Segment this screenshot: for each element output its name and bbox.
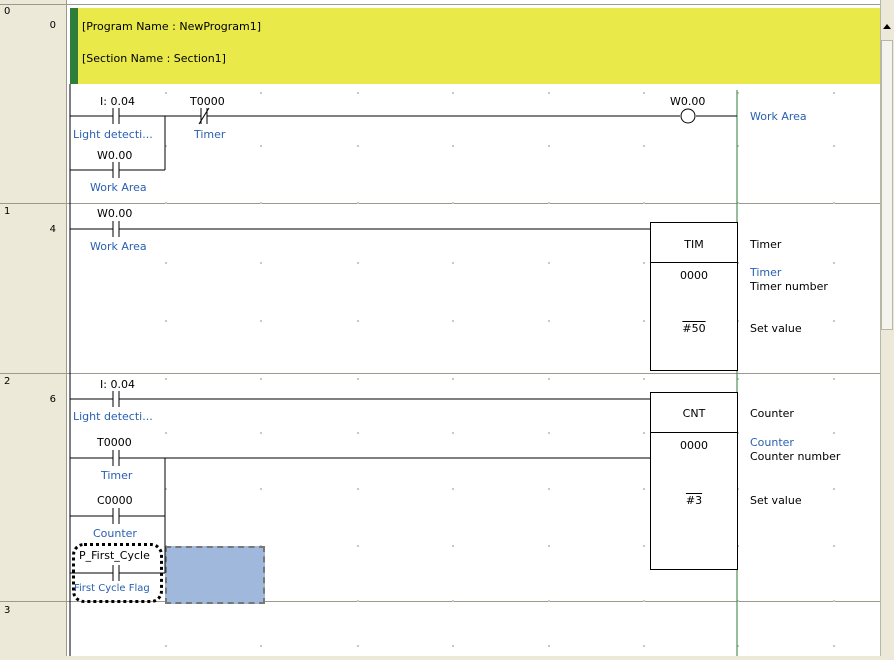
- coil-address[interactable]: W0.00: [670, 95, 705, 108]
- setvalue-description: Set value: [750, 322, 802, 335]
- block-divider: [650, 262, 738, 263]
- setvalue-description: Set value: [750, 494, 802, 507]
- instruction-name: CNT: [682, 407, 706, 420]
- operand-comment: Counter: [750, 436, 794, 449]
- block-divider: [650, 432, 738, 433]
- contact-address[interactable]: W0.00: [97, 149, 132, 162]
- bottom-edge: [0, 656, 894, 660]
- instruction-label: Counter: [750, 407, 794, 420]
- instruction-setvalue[interactable]: #3: [650, 494, 738, 507]
- contact-address[interactable]: I: 0.04: [100, 95, 135, 108]
- contact-address[interactable]: T0000: [190, 95, 225, 108]
- operand-description: Counter number: [750, 450, 841, 463]
- setvalue-text: #50: [682, 322, 706, 335]
- highlight-dotted-outline: [72, 543, 163, 603]
- contact-comment: Light detecti...: [73, 410, 153, 423]
- contact-comment: Work Area: [90, 240, 147, 253]
- contact-comment: Work Area: [90, 181, 147, 194]
- contact-comment: Counter: [93, 527, 137, 540]
- scroll-up-icon[interactable]: [881, 20, 893, 34]
- operand-description: Timer number: [750, 280, 828, 293]
- operand-comment: Timer: [750, 266, 782, 279]
- contact-comment: Timer: [194, 128, 226, 141]
- instruction-operand[interactable]: 0000: [650, 269, 738, 282]
- contact-address[interactable]: T0000: [97, 436, 132, 449]
- contact-comment: Timer: [101, 469, 133, 482]
- contact-address[interactable]: W0.00: [97, 207, 132, 220]
- instruction-setvalue[interactable]: #50: [650, 322, 738, 335]
- instruction-name: TIM: [684, 238, 704, 251]
- instruction-operand[interactable]: 0000: [650, 439, 738, 452]
- scrollbar-thumb[interactable]: [881, 40, 893, 330]
- instruction-label: Timer: [750, 238, 782, 251]
- contact-comment: Light detecti...: [73, 128, 153, 141]
- contact-address[interactable]: C0000: [97, 494, 133, 507]
- coil-comment: Work Area: [750, 110, 807, 123]
- setvalue-text: #3: [685, 494, 703, 507]
- contact-address[interactable]: I: 0.04: [100, 378, 135, 391]
